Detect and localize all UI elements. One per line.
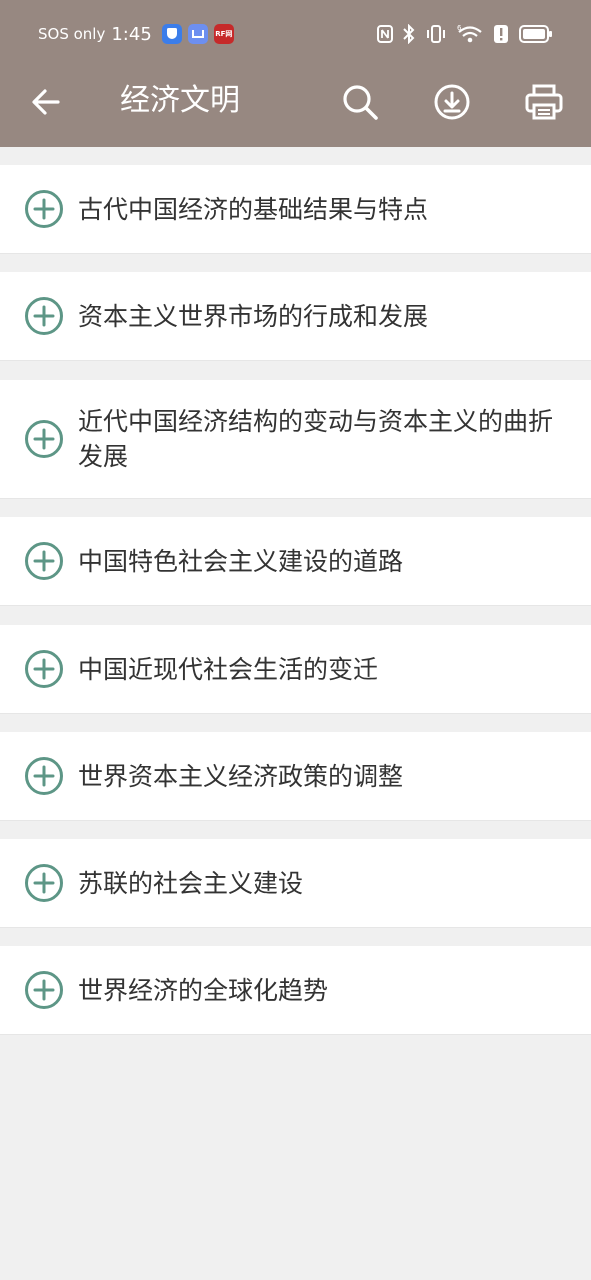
list-item-label: 中国特色社会主义建设的道路 (78, 546, 404, 576)
plus-circle-icon[interactable] (24, 296, 64, 336)
plus-circle-icon[interactable] (24, 541, 64, 581)
battery-icon (519, 25, 552, 43)
list-item-label: 近代中国经济结构的变动与资本主义的曲折发展 (78, 407, 554, 471)
plus-circle-icon[interactable] (24, 419, 64, 459)
app-bar: 经济文明 (0, 66, 591, 147)
plus-circle-icon[interactable] (24, 756, 64, 796)
print-icon (525, 84, 563, 120)
list-item-label: 苏联的社会主义建设 (78, 868, 304, 898)
plus-circle-icon[interactable] (24, 863, 64, 903)
news-icon: RF网 (213, 24, 234, 44)
bluetooth-icon (403, 24, 415, 44)
list-item-label: 世界经济的全球化趋势 (78, 975, 329, 1005)
alert-icon (494, 25, 508, 43)
list-item-label: 资本主义世界市场的行成和发展 (78, 301, 429, 331)
wifi-icon: 6 (457, 24, 482, 43)
print-button[interactable] (522, 80, 566, 124)
plus-circle-icon[interactable] (24, 649, 64, 689)
list-item[interactable]: 古代中国经济的基础结果与特点 (0, 165, 591, 254)
mail-icon (187, 24, 208, 44)
list-item-label: 世界资本主义经济政策的调整 (78, 761, 404, 791)
search-icon (343, 85, 378, 120)
clock: 1:45 (111, 23, 152, 45)
plus-circle-icon[interactable] (24, 189, 64, 229)
list-item[interactable]: 中国特色社会主义建设的道路 (0, 517, 591, 606)
back-button[interactable] (28, 84, 64, 120)
status-bar: SOS only 1:45 RF网 6 (0, 0, 591, 66)
nfc-icon (377, 25, 393, 43)
status-left: SOS only 1:45 RF网 (38, 22, 234, 46)
list-item[interactable]: 世界经济的全球化趋势 (0, 946, 591, 1035)
list-item[interactable]: 近代中国经济结构的变动与资本主义的曲折发展 (0, 380, 591, 499)
vibrate-icon (427, 25, 445, 43)
download-icon (434, 84, 470, 120)
header: SOS only 1:45 RF网 6 经济文明 (0, 0, 591, 147)
list-item-label: 中国近现代社会生活的变迁 (78, 654, 379, 684)
download-button[interactable] (430, 80, 474, 124)
list-item[interactable]: 苏联的社会主义建设 (0, 839, 591, 928)
plus-circle-icon[interactable] (24, 970, 64, 1010)
carrier-text: SOS only (38, 25, 106, 43)
wifi-badge: 6 (457, 24, 462, 32)
shield-icon (161, 24, 182, 44)
list-item[interactable]: 资本主义世界市场的行成和发展 (0, 272, 591, 361)
list-item-label: 古代中国经济的基础结果与特点 (78, 194, 429, 224)
list-item[interactable]: 世界资本主义经济政策的调整 (0, 732, 591, 821)
page-title: 经济文明 (120, 83, 240, 118)
search-button[interactable] (338, 80, 382, 124)
list-item[interactable]: 中国近现代社会生活的变迁 (0, 625, 591, 714)
status-right: 6 (377, 22, 553, 46)
